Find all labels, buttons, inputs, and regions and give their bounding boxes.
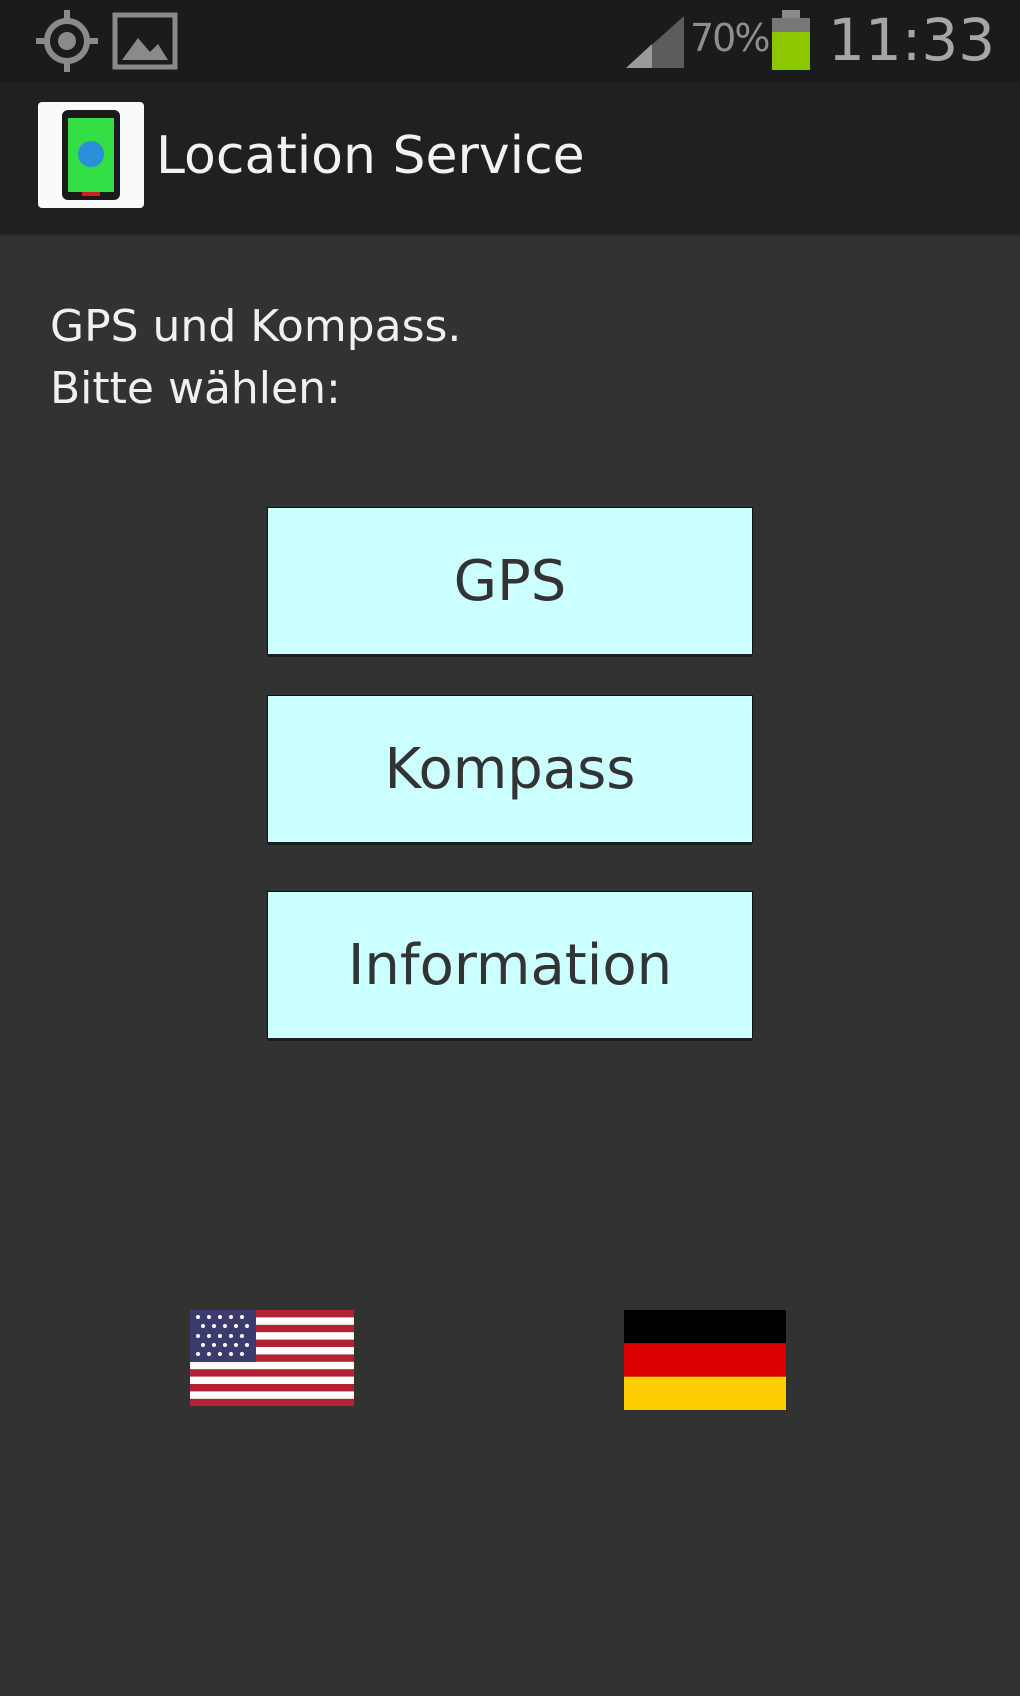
status-time: 11:33 — [828, 6, 996, 74]
us-flag-icon[interactable] — [190, 1310, 354, 1406]
battery-percent: 70% — [690, 16, 770, 60]
battery-icon — [772, 10, 810, 70]
information-button[interactable]: Information — [268, 892, 752, 1038]
gps-button[interactable]: GPS — [268, 508, 752, 654]
action-bar-divider — [0, 234, 1020, 237]
image-icon — [112, 12, 178, 70]
intro-text: GPS und Kompass. Bitte wählen: — [50, 296, 461, 420]
gps-icon — [36, 10, 98, 72]
signal-icon — [626, 16, 684, 68]
app-title: Location Service — [156, 126, 585, 186]
app-icon[interactable] — [38, 102, 144, 208]
kompass-button[interactable]: Kompass — [268, 696, 752, 842]
germany-flag-icon[interactable] — [624, 1310, 786, 1410]
app-screen: 70% 11:33 Location Service GPS und Kompa… — [0, 0, 1020, 1696]
action-bar: Location Service — [0, 82, 1020, 234]
phone-icon — [62, 110, 120, 200]
intro-line-2: Bitte wählen: — [50, 363, 341, 414]
intro-line-1: GPS und Kompass. — [50, 301, 462, 352]
status-bar: 70% 11:33 — [0, 0, 1020, 82]
